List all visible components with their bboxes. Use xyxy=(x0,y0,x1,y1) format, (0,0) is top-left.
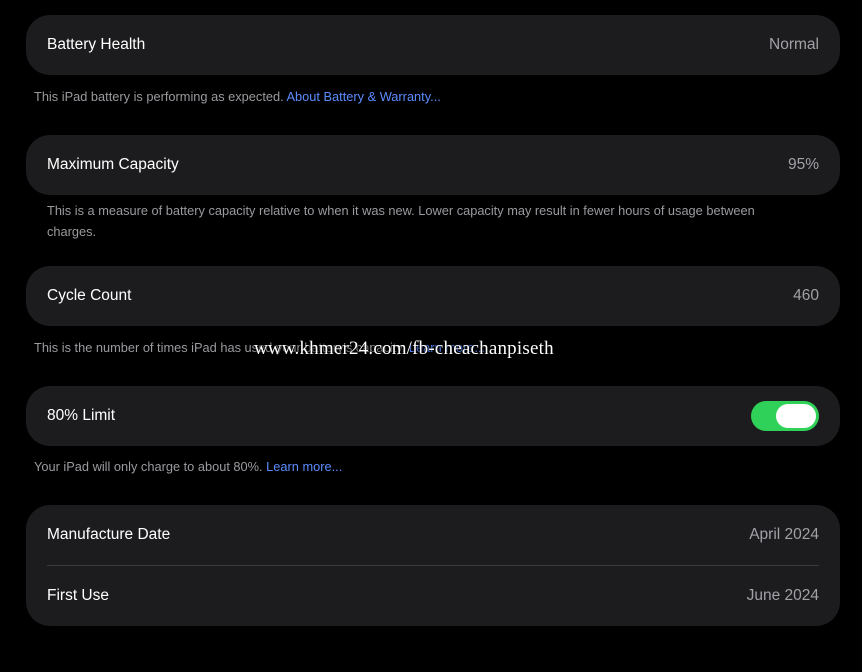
about-battery-warranty-link[interactable]: About Battery & Warranty... xyxy=(287,89,441,104)
battery-health-footnote: This iPad battery is performing as expec… xyxy=(34,86,824,107)
limit-80-footnote-text: Your iPad will only charge to about 80%. xyxy=(34,459,267,474)
first-use-label: First Use xyxy=(47,587,109,604)
limit-80-toggle[interactable] xyxy=(751,401,819,431)
limit-80-learn-more-link[interactable]: Learn more... xyxy=(266,459,342,474)
cycle-count-row: Cycle Count 460 xyxy=(26,266,840,326)
battery-settings-page: Battery Health Normal This iPad battery … xyxy=(0,0,862,672)
maximum-capacity-card: Maximum Capacity 95% xyxy=(26,135,840,195)
toggle-knob xyxy=(776,404,816,428)
dates-card: Manufacture Date April 2024 First Use Ju… xyxy=(26,505,840,626)
limit-80-row: 80% Limit xyxy=(26,386,840,446)
first-use-row: First Use June 2024 xyxy=(26,566,840,626)
manufacture-date-value: April 2024 xyxy=(749,526,819,543)
limit-80-label: 80% Limit xyxy=(47,407,116,424)
manufacture-date-label: Manufacture Date xyxy=(47,526,171,543)
cycle-count-value: 460 xyxy=(793,287,819,304)
first-use-value: June 2024 xyxy=(746,587,819,604)
battery-health-footnote-text: This iPad battery is performing as expec… xyxy=(34,89,287,104)
battery-health-label: Battery Health xyxy=(47,36,146,53)
limit-80-footnote: Your iPad will only charge to about 80%.… xyxy=(34,456,824,477)
battery-health-card: Battery Health Normal xyxy=(26,15,840,75)
maximum-capacity-row: Maximum Capacity 95% xyxy=(26,135,840,195)
maximum-capacity-label: Maximum Capacity xyxy=(47,156,179,173)
watermark-text: www.khmer24.com/fb-cheachanpiseth xyxy=(254,338,554,359)
limit-80-card: 80% Limit xyxy=(26,386,840,446)
maximum-capacity-footnote: This is a measure of battery capacity re… xyxy=(47,203,755,239)
cycle-count-label: Cycle Count xyxy=(47,287,132,304)
battery-health-row: Battery Health Normal xyxy=(26,15,840,75)
manufacture-date-row: Manufacture Date April 2024 xyxy=(26,505,840,565)
battery-health-value: Normal xyxy=(769,36,819,53)
cycle-count-card: Cycle Count 460 xyxy=(26,266,840,326)
maximum-capacity-value: 95% xyxy=(787,156,819,173)
